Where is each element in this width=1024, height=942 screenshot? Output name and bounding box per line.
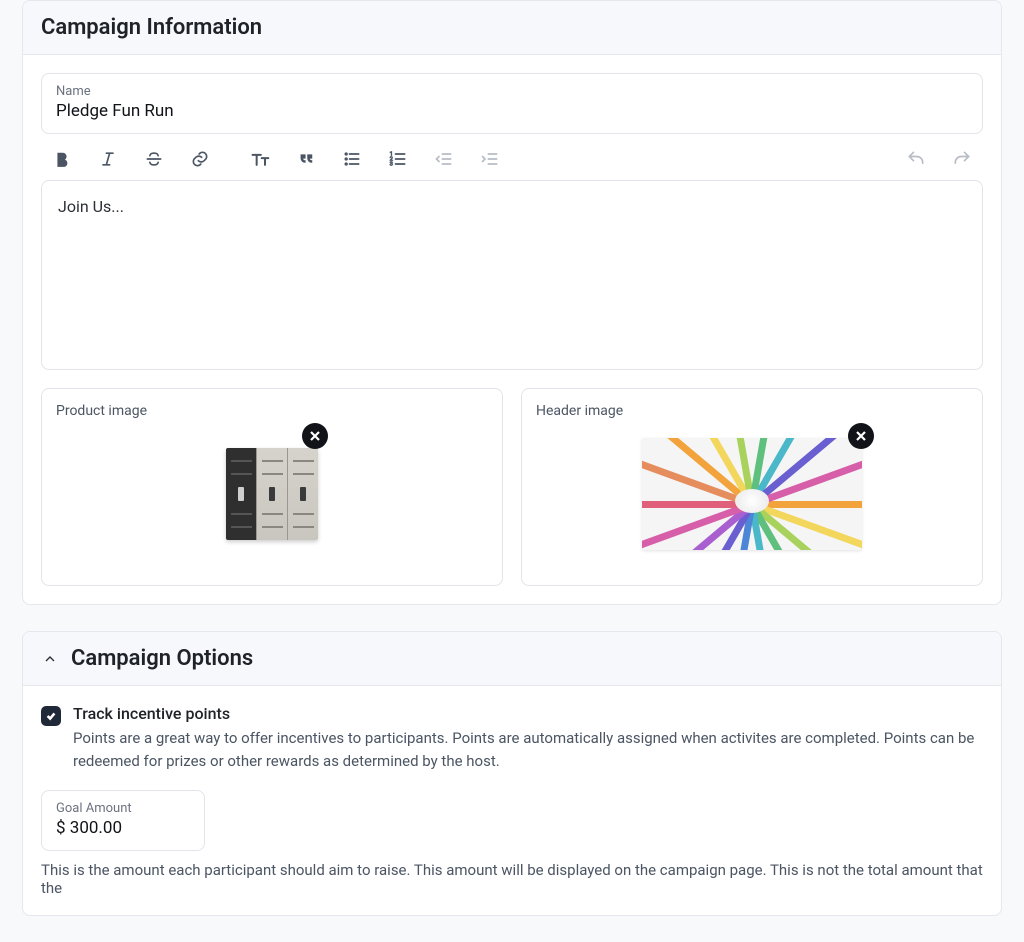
campaign-information-card: Campaign Information Name	[22, 0, 1002, 605]
editor-toolbar: 123	[41, 134, 983, 180]
outdent-icon[interactable]	[433, 148, 455, 170]
description-editor[interactable]: Join Us...	[41, 180, 983, 370]
campaign-options-card: Campaign Options Track incentive points …	[22, 631, 1002, 916]
track-incentive-title: Track incentive points	[73, 704, 983, 723]
campaign-name-field[interactable]: Name	[41, 73, 983, 134]
editor-content: Join Us...	[58, 197, 124, 216]
campaign-information-header: Campaign Information	[23, 1, 1001, 55]
text-size-icon[interactable]	[249, 148, 271, 170]
goal-amount-hint: This is the amount each participant shou…	[41, 861, 983, 897]
product-image-label: Product image	[56, 403, 488, 419]
strikethrough-icon[interactable]	[143, 148, 165, 170]
header-image-label: Header image	[536, 403, 968, 419]
chevron-up-icon	[41, 650, 59, 668]
redo-icon[interactable]	[951, 148, 973, 170]
track-incentive-checkbox[interactable]	[41, 706, 61, 726]
goal-amount-label: Goal Amount	[56, 801, 190, 816]
bold-icon[interactable]	[51, 148, 73, 170]
campaign-options-title: Campaign Options	[71, 646, 253, 671]
link-icon[interactable]	[189, 148, 211, 170]
track-incentive-description: Points are a great way to offer incentiv…	[73, 727, 983, 772]
goal-amount-input[interactable]	[56, 818, 190, 838]
undo-icon[interactable]	[905, 148, 927, 170]
campaign-name-input[interactable]	[56, 101, 968, 121]
bullet-list-icon[interactable]	[341, 148, 363, 170]
campaign-information-title: Campaign Information	[41, 15, 262, 40]
header-image-thumbnail	[642, 438, 862, 550]
ordered-list-icon[interactable]: 123	[387, 148, 409, 170]
product-image-thumbnail	[226, 448, 318, 540]
italic-icon[interactable]	[97, 148, 119, 170]
indent-icon[interactable]	[479, 148, 501, 170]
campaign-name-label: Name	[56, 84, 968, 99]
blockquote-icon[interactable]	[295, 148, 317, 170]
svg-text:3: 3	[390, 162, 393, 168]
remove-product-image-button[interactable]	[302, 423, 328, 449]
campaign-options-header[interactable]: Campaign Options	[23, 632, 1001, 686]
product-image-card[interactable]: Product image	[41, 388, 503, 586]
header-image-card[interactable]: Header image	[521, 388, 983, 586]
goal-amount-field[interactable]: Goal Amount	[41, 790, 205, 851]
remove-header-image-button[interactable]	[848, 423, 874, 449]
